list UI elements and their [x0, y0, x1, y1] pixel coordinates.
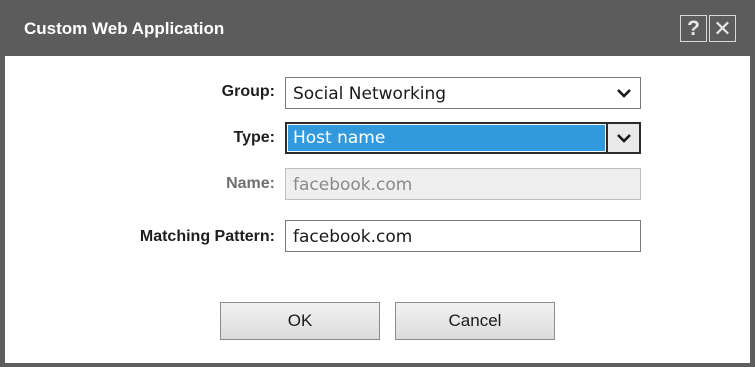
- group-select[interactable]: Social Networking: [285, 77, 641, 109]
- help-button[interactable]: ?: [680, 15, 707, 42]
- chevron-down-icon: [617, 89, 631, 98]
- chevron-down-icon: [617, 134, 631, 143]
- name-label: Name:: [226, 175, 275, 192]
- name-field: facebook.com: [285, 168, 641, 200]
- cancel-button[interactable]: Cancel: [395, 302, 555, 340]
- dialog-titlebar: Custom Web Application ? ✕: [5, 0, 750, 56]
- type-select[interactable]: Host name: [285, 122, 641, 154]
- group-selected-value: Social Networking: [293, 84, 447, 104]
- matching-pattern-input[interactable]: facebook.com: [285, 220, 641, 252]
- dialog-title: Custom Web Application: [24, 19, 225, 38]
- type-selected-value: Host name: [293, 128, 386, 148]
- help-icon: ?: [687, 17, 700, 40]
- close-icon: ✕: [713, 16, 732, 41]
- matching-pattern-value: facebook.com: [293, 227, 413, 247]
- ok-button[interactable]: OK: [220, 302, 380, 340]
- group-label: Group:: [221, 83, 275, 100]
- custom-web-application-dialog: Custom Web Application ? ✕ Group: Social…: [0, 0, 755, 367]
- matching-pattern-label: Matching Pattern:: [139, 228, 275, 245]
- close-button[interactable]: ✕: [709, 15, 736, 42]
- type-label: Type:: [233, 129, 275, 146]
- type-dropdown-toggle[interactable]: [606, 124, 639, 152]
- name-value: facebook.com: [293, 175, 413, 195]
